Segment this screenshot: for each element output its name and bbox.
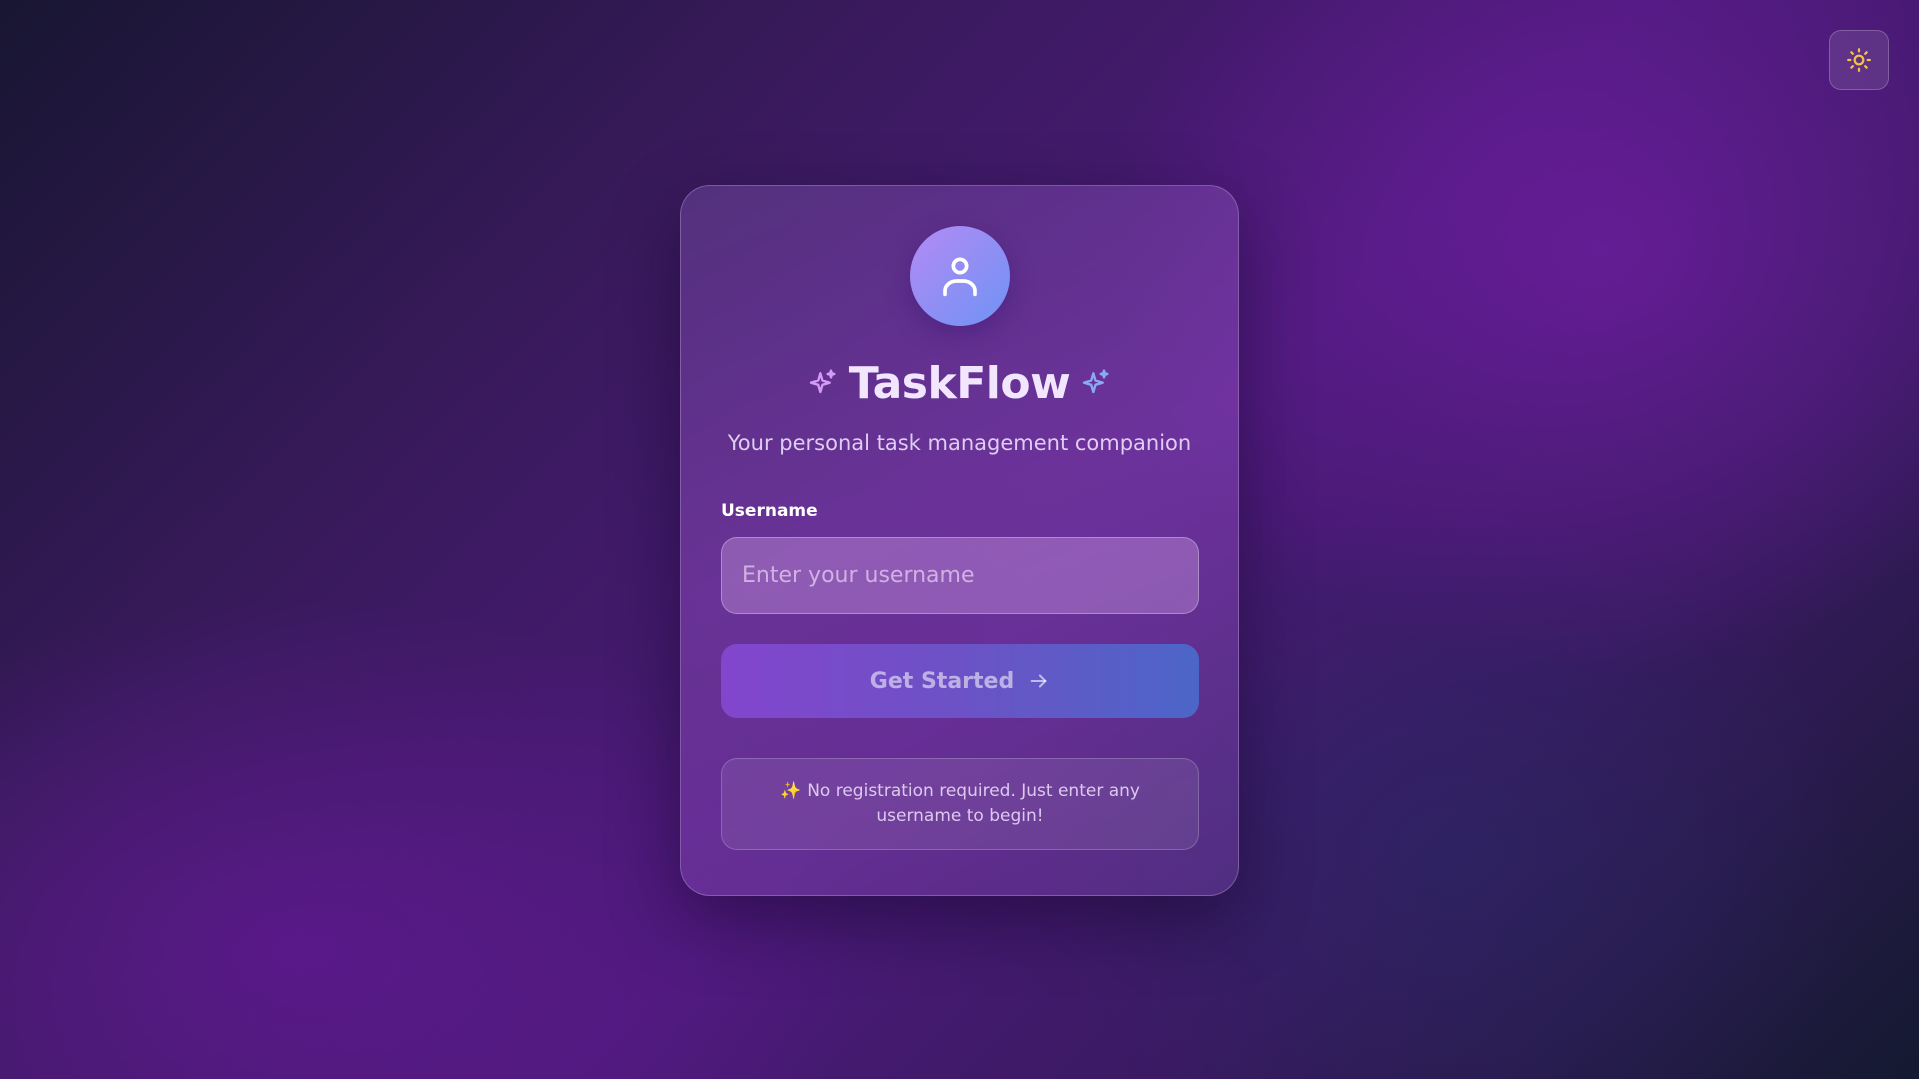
info-note-text: No registration required. Just enter any… (807, 781, 1140, 826)
username-label: Username (721, 501, 818, 521)
app-title: TaskFlow (848, 358, 1071, 409)
sparkles-emoji-icon: ✨ (780, 781, 802, 801)
avatar (909, 226, 1010, 326)
user-icon (942, 257, 977, 297)
get-started-button[interactable]: Get Started (721, 644, 1199, 718)
sun-icon (1847, 48, 1871, 72)
login-card: TaskFlow Your personal task management c… (680, 185, 1239, 896)
info-note: ✨ No registration required. Just enter an… (721, 758, 1199, 850)
sparkle-icon (809, 368, 836, 393)
info-note-text-wrap: ✨ No registration required. Just enter an… (752, 779, 1168, 829)
sparkle-icon (1083, 368, 1109, 393)
theme-toggle-button[interactable] (1829, 30, 1889, 90)
get-started-label: Get Started (869, 668, 1015, 694)
title-row: TaskFlow (721, 358, 1198, 409)
arrow-right-icon (1030, 674, 1047, 688)
app-subtitle: Your personal task management companion (727, 431, 1192, 455)
username-input[interactable] (721, 537, 1199, 614)
